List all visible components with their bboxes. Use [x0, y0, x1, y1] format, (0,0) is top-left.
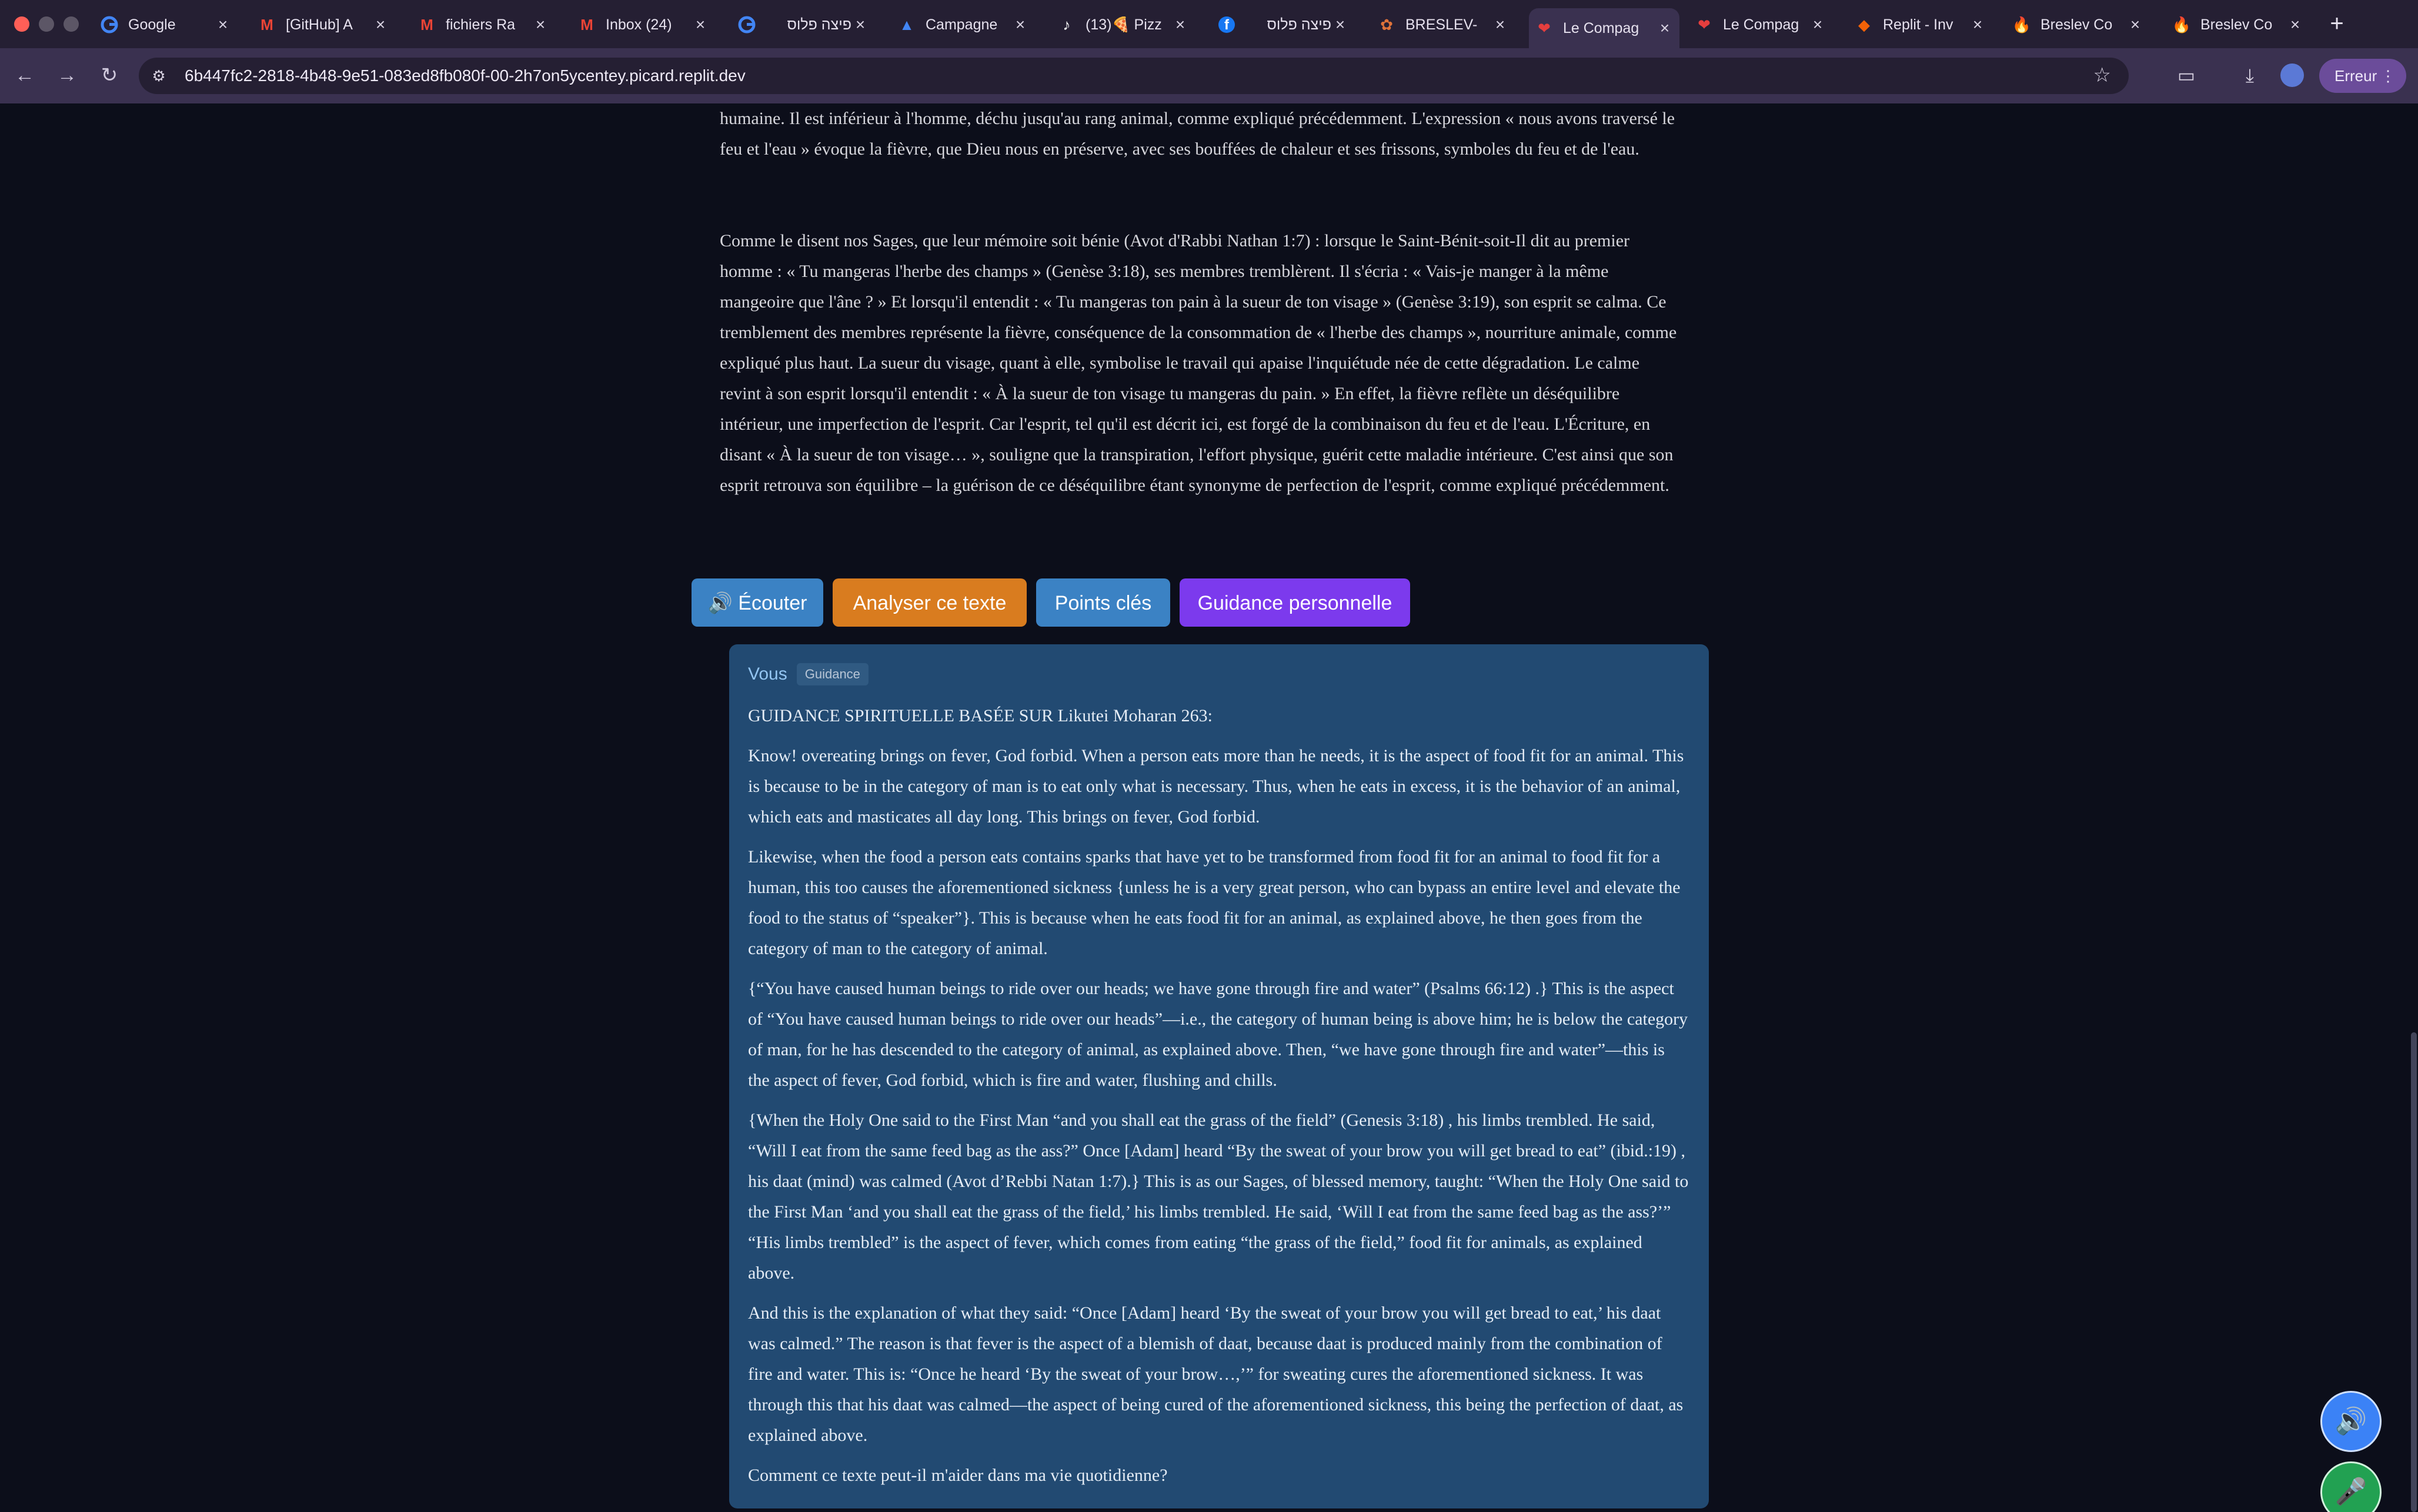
browser-tab[interactable]: f פיצה פלוס ×	[1211, 8, 1355, 41]
gmail-icon: M	[580, 15, 593, 34]
message-paragraph: Know! overeating brings on fever, God fo…	[748, 746, 1684, 827]
key-points-button[interactable]: Points clés	[1036, 578, 1170, 627]
source-paragraph: Comme le disent nos Sages, que leur mémo…	[720, 231, 1677, 495]
close-icon[interactable]: ×	[1011, 15, 1029, 34]
breslev-icon: ✿	[1380, 15, 1393, 34]
message-paragraph: {“You have caused human beings to ride o…	[748, 979, 1688, 1090]
google-icon	[737, 15, 756, 34]
close-icon[interactable]: ×	[1491, 15, 1509, 34]
browser-tab[interactable]: M Inbox (24) ×	[572, 8, 715, 41]
microphone-icon: 🎤	[2334, 1477, 2367, 1506]
message-header: Vous Guidance	[748, 661, 1690, 688]
close-icon[interactable]: ×	[1331, 15, 1349, 34]
browser-tab[interactable]: פיצה פלוס ×	[732, 8, 875, 41]
bookmark-star-icon[interactable]: ☆	[2093, 63, 2111, 87]
message-type-badge: Guidance	[796, 663, 869, 685]
browser-tab[interactable]: 🔥 Breslev Co ×	[2006, 8, 2150, 41]
gmail-icon: M	[260, 15, 273, 34]
close-icon[interactable]: ×	[692, 15, 709, 34]
message-body: GUIDANCE SPIRITUELLE BASÉE SUR Likutei M…	[748, 701, 1690, 1491]
browser-tab[interactable]: ♪ (13)🍕 Pizz ×	[1051, 8, 1195, 41]
address-bar[interactable]: ⚙ 6b447fc2-2818-4b48-9e51-083ed8fb080f-0…	[139, 58, 2129, 94]
more-menu-icon[interactable]: ⋮	[2380, 59, 2396, 93]
microphone-button[interactable]: 🎤	[2320, 1461, 2382, 1512]
speaker-icon: 🔊	[2334, 1407, 2367, 1436]
browser-tab[interactable]: M [GitHub] A ×	[252, 8, 395, 41]
message-paragraph: Likewise, when the food a person eats co…	[748, 847, 1681, 958]
back-icon[interactable]: ←	[12, 62, 38, 88]
error-button[interactable]: Erreur ⋮	[2319, 59, 2406, 93]
facebook-icon: f	[1217, 15, 1236, 34]
site-info-icon[interactable]: ⚙	[148, 65, 169, 86]
message-paragraph: {When the Holy One said to the First Man…	[748, 1110, 1689, 1283]
close-icon[interactable]: ×	[2286, 15, 2304, 34]
profile-avatar[interactable]	[2280, 63, 2304, 87]
google-ads-icon: ▲	[899, 15, 914, 34]
browser-tab[interactable]: M fichiers Ra ×	[412, 8, 555, 41]
analyze-text-button[interactable]: Analyser ce texte	[833, 578, 1027, 627]
page-content: humaine. Il est inférieur à l'homme, déc…	[0, 103, 2418, 1512]
speaker-button[interactable]: 🔊	[2320, 1391, 2382, 1452]
browser-tab-bar: Google × M [GitHub] A × M fichiers Ra × …	[0, 0, 2418, 48]
personal-guidance-button[interactable]: Guidance personnelle	[1180, 578, 1410, 627]
close-icon[interactable]: ×	[372, 15, 389, 34]
message-question: Comment ce texte peut-il m'aider dans ma…	[748, 1466, 1168, 1485]
close-icon[interactable]: ×	[851, 15, 869, 34]
message-paragraph: And this is the explanation of what they…	[748, 1303, 1684, 1445]
flame-icon: 🔥	[2012, 15, 2032, 34]
flame-icon: 🔥	[2172, 15, 2192, 34]
download-icon[interactable]: ⤓	[2237, 62, 2263, 88]
close-window-button[interactable]	[14, 16, 29, 32]
heart-icon: ❤	[1538, 19, 1551, 37]
message-author: Vous	[748, 664, 787, 684]
chat-message-card: Vous Guidance GUIDANCE SPIRITUELLE BASÉE…	[729, 644, 1709, 1508]
forward-icon[interactable]: →	[54, 62, 80, 88]
source-paragraph: humaine. Il est inférieur à l'homme, déc…	[720, 109, 1675, 159]
tiktok-icon: ♪	[1063, 15, 1071, 34]
maximize-window-button[interactable]	[64, 16, 79, 32]
message-heading: GUIDANCE SPIRITUELLE BASÉE SUR Likutei M…	[748, 706, 1213, 725]
close-icon[interactable]: ×	[1656, 19, 1674, 38]
browser-tab[interactable]: ▲ Campagne ×	[891, 8, 1035, 41]
browser-tab[interactable]: ◆ Replit - Inv ×	[1849, 8, 1992, 41]
heart-icon: ❤	[1698, 15, 1711, 34]
browser-tab[interactable]: ✿ BRESLEV- ×	[1371, 8, 1515, 41]
close-icon[interactable]: ×	[1809, 15, 1826, 34]
listen-button[interactable]: 🔊 Écouter	[692, 578, 823, 627]
close-icon[interactable]: ×	[1171, 15, 1189, 34]
browser-tab-active[interactable]: ❤ Le Compag ×	[1529, 8, 1679, 48]
close-icon[interactable]: ×	[214, 15, 232, 34]
close-icon[interactable]: ×	[2126, 15, 2144, 34]
screen-cast-icon[interactable]: ▭	[2173, 62, 2199, 88]
browser-tab[interactable]: ❤ Le Compag ×	[1689, 8, 1832, 41]
browser-tab[interactable]: Google ×	[94, 8, 238, 41]
google-icon	[100, 15, 119, 34]
close-icon[interactable]: ×	[532, 15, 549, 34]
browser-toolbar: ← → ↻ ⚙ 6b447fc2-2818-4b48-9e51-083ed8fb…	[0, 48, 2418, 103]
scrollbar[interactable]	[2411, 1032, 2417, 1512]
url-text[interactable]: 6b447fc2-2818-4b48-9e51-083ed8fb080f-00-…	[185, 65, 746, 86]
new-tab-button[interactable]: +	[2324, 12, 2350, 38]
minimize-window-button[interactable]	[39, 16, 54, 32]
reload-icon[interactable]: ↻	[96, 62, 122, 88]
gmail-icon: M	[420, 15, 433, 34]
replit-icon: ◆	[1858, 15, 1870, 34]
browser-tab[interactable]: 🔥 Breslev Co ×	[2166, 8, 2310, 41]
close-icon[interactable]: ×	[1969, 15, 1986, 34]
